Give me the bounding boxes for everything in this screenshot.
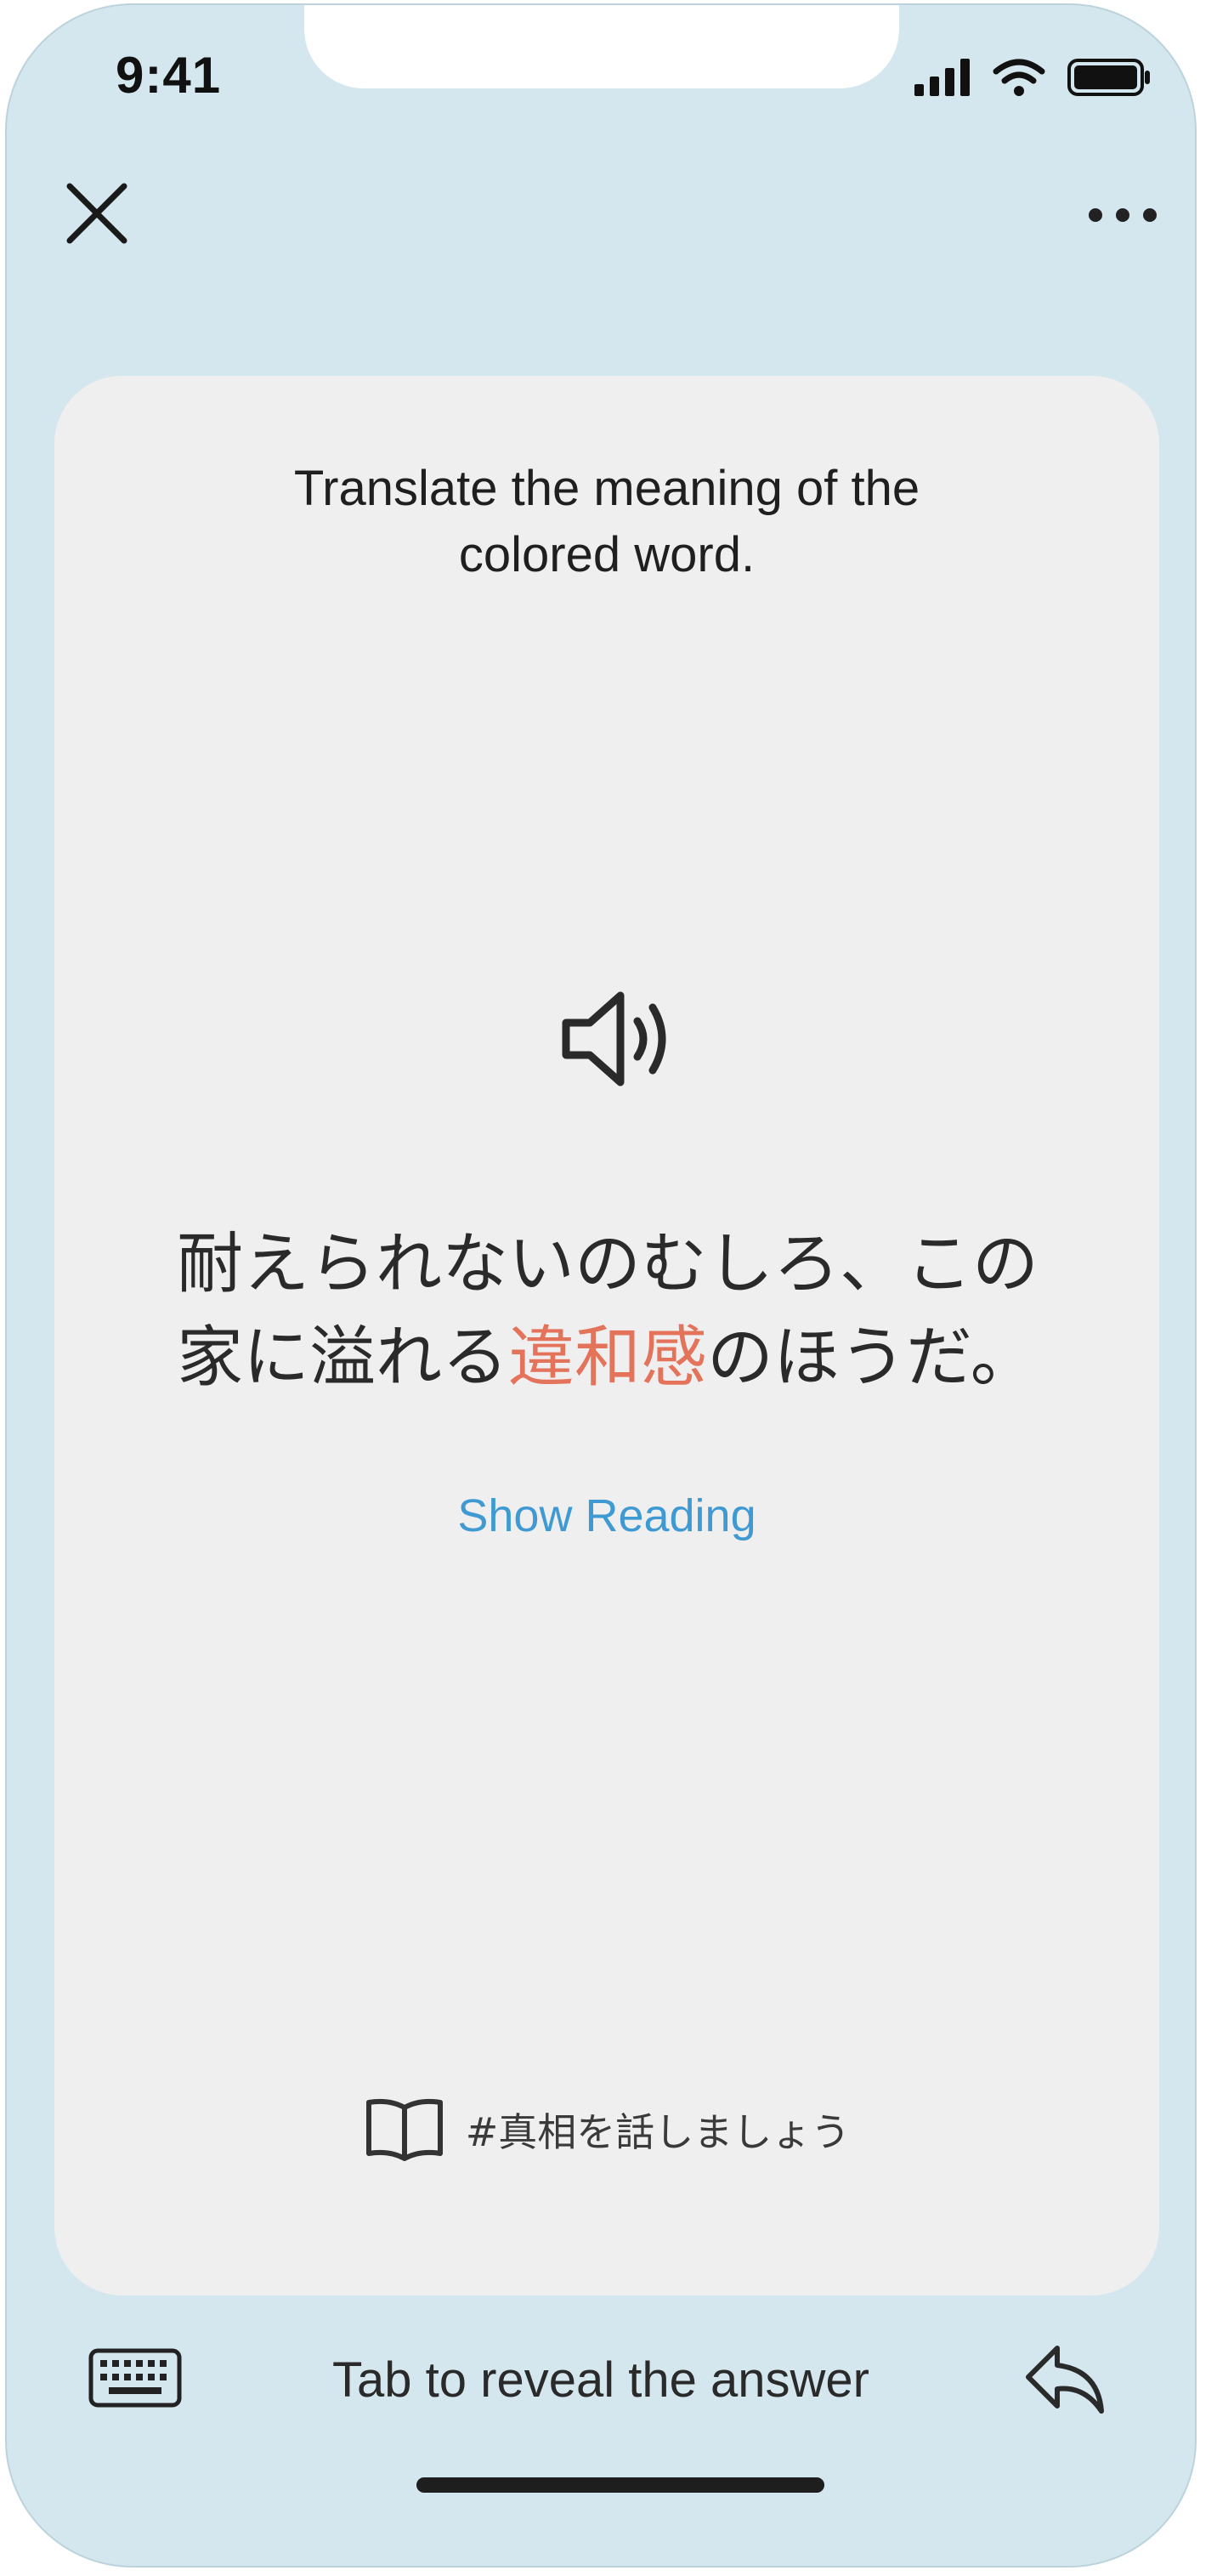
status-time: 9:41 <box>116 47 222 104</box>
source-tag-label: #真相を話しましょう <box>465 2109 851 2155</box>
sentence-line-1: 耐えられないのむしろ、この <box>177 1226 1039 1302</box>
japanese-sentence: 耐えられないのむしろ、この 家に溢れる違和感のほうだ。 <box>177 1217 1078 1404</box>
status-icons <box>914 58 1152 97</box>
source-tag[interactable]: #真相を話しましょう <box>54 2097 1159 2162</box>
highlighted-word: 違和感 <box>508 1319 708 1396</box>
flashcard[interactable]: Translate the meaning of the colored wor… <box>54 376 1159 2295</box>
sentence-line-2: 家に溢れる違和感のほうだ。 <box>177 1311 1078 1404</box>
speaker-icon[interactable] <box>556 984 675 1094</box>
more-horizontal-icon[interactable] <box>1084 202 1161 228</box>
sentence-before-highlight: 家に溢れる <box>177 1319 509 1396</box>
battery-icon <box>1067 59 1150 96</box>
reveal-answer-prompt[interactable]: Tab to reveal the answer <box>7 2352 1195 2409</box>
close-icon[interactable] <box>63 179 131 247</box>
notch <box>304 5 899 88</box>
bottom-bar: Tab to reveal the answer <box>7 2326 1195 2462</box>
home-indicator <box>416 2477 824 2493</box>
wifi-icon <box>993 59 1045 96</box>
instruction-text: Translate the meaning of the colored wor… <box>293 461 920 582</box>
undo-icon[interactable] <box>1023 2340 1108 2416</box>
book-icon <box>365 2098 443 2161</box>
show-reading-link[interactable]: Show Reading <box>54 1489 1159 1542</box>
sentence-after-highlight: のほうだ。 <box>707 1319 1037 1396</box>
signal-icon <box>914 59 970 96</box>
phone-frame: 9:41 Translate the meaning of the colore… <box>5 3 1197 2567</box>
